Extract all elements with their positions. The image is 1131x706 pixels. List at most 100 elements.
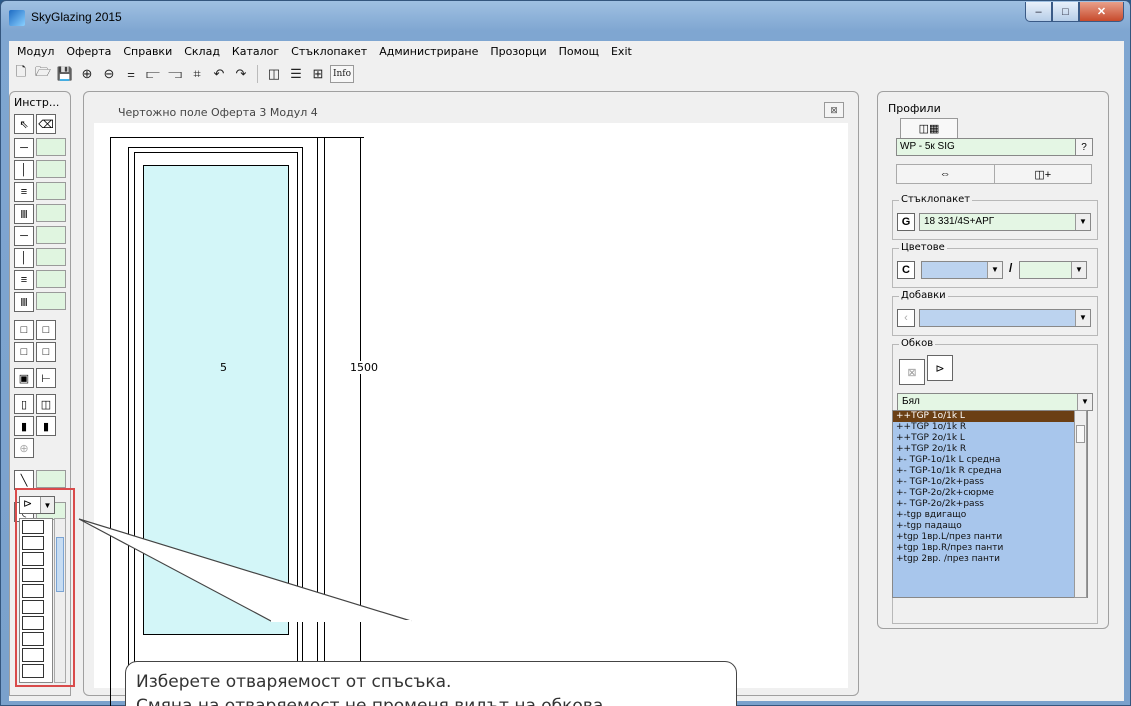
- chevron-down-icon[interactable]: ▼: [1075, 214, 1090, 230]
- color-outside-select[interactable]: ▼: [1019, 261, 1087, 279]
- hardware-list-item[interactable]: ++TGP 2o/1k R: [893, 444, 1087, 455]
- list-item[interactable]: [22, 552, 44, 566]
- list-item[interactable]: [22, 584, 44, 598]
- frame-icon[interactable]: □: [36, 342, 56, 362]
- menu-sklad[interactable]: Склад: [178, 45, 226, 58]
- undo-icon[interactable]: ↶: [209, 64, 229, 84]
- zoom-out-icon[interactable]: ⊖: [99, 64, 119, 84]
- chevron-down-icon[interactable]: ▼: [987, 262, 1002, 278]
- vertical-mullion-icon[interactable]: │: [14, 160, 34, 180]
- tool-value-field[interactable]: [36, 248, 66, 266]
- profile-left-icon[interactable]: ⫍: [143, 64, 163, 84]
- menu-katalog[interactable]: Каталог: [226, 45, 285, 58]
- glass-select[interactable]: 18 331/4S+АРГ ▼: [919, 213, 1091, 231]
- disabled-tool-icon[interactable]: ⊕: [14, 438, 34, 458]
- list-item[interactable]: [22, 520, 44, 534]
- colors-letter[interactable]: C: [897, 261, 915, 279]
- hardware-list-item[interactable]: +tgp 1вр.L/през панти: [893, 532, 1087, 543]
- equal-icon[interactable]: =: [121, 64, 141, 84]
- hardware-list-scrollbar[interactable]: [1074, 410, 1087, 598]
- double-door-icon[interactable]: ▮: [36, 416, 56, 436]
- menu-pomosht[interactable]: Помощ: [553, 45, 605, 58]
- minimize-button[interactable]: –: [1025, 2, 1052, 22]
- maximize-button[interactable]: □: [1052, 2, 1079, 22]
- chevron-down-icon[interactable]: ▼: [40, 497, 54, 513]
- list-item[interactable]: [22, 536, 44, 550]
- drawing-canvas[interactable]: 5 1500: [94, 123, 848, 706]
- tool-value-field[interactable]: [36, 182, 66, 200]
- frame-icon[interactable]: □: [14, 342, 34, 362]
- menu-modul[interactable]: Модул: [11, 45, 60, 58]
- glass-letter[interactable]: G: [897, 213, 915, 231]
- tool-value-field[interactable]: [36, 226, 66, 244]
- profile-swap-icon[interactable]: ⇔: [897, 165, 995, 183]
- grid-frame-icon[interactable]: ⌗: [187, 64, 207, 84]
- triple-vertical-icon[interactable]: Ⅲ: [14, 292, 34, 312]
- menu-administrirane[interactable]: Администриране: [373, 45, 484, 58]
- table-grid-icon[interactable]: ⊞: [308, 64, 328, 84]
- horizontal-mullion-icon[interactable]: ─: [14, 138, 34, 158]
- tool-value-field[interactable]: [36, 470, 66, 488]
- tool-value-field[interactable]: [36, 204, 66, 222]
- hardware-list-item[interactable]: ++TGP 1o/1k L: [893, 411, 1087, 422]
- scroll-thumb[interactable]: [56, 537, 64, 592]
- tool-value-field[interactable]: [36, 138, 66, 156]
- opening-type-dropdown[interactable]: ⊳ ▼: [19, 496, 55, 514]
- opening-type-list[interactable]: [19, 518, 53, 683]
- hardware-list-item[interactable]: +- TGP-2o/2k+сюрме: [893, 488, 1087, 499]
- hardware-list-item[interactable]: +- TGP-2o/2k+pass: [893, 499, 1087, 510]
- menu-exit[interactable]: Exit: [605, 45, 638, 58]
- hardware-color-select[interactable]: Бял ▼: [897, 393, 1093, 411]
- multi-horizontal-icon[interactable]: ≡: [14, 182, 34, 202]
- frame-icon[interactable]: □: [14, 320, 34, 340]
- menu-oferta[interactable]: Оферта: [60, 45, 117, 58]
- tool-value-field[interactable]: [36, 270, 66, 288]
- list-item[interactable]: [22, 648, 44, 662]
- tool-value-field[interactable]: [36, 160, 66, 178]
- hardware-list-item[interactable]: ++TGP 1o/1k R: [893, 422, 1087, 433]
- profile-right-icon[interactable]: ⫎: [165, 64, 185, 84]
- opening-active-icon[interactable]: ⊳: [927, 355, 953, 381]
- pointer-tool-icon[interactable]: ⇖: [14, 114, 34, 134]
- list-item[interactable]: [22, 664, 44, 678]
- hardware-list-item[interactable]: +-tgp падащо: [893, 521, 1087, 532]
- handle-icon[interactable]: ⊢: [36, 368, 56, 388]
- split-columns-icon[interactable]: ◫: [264, 64, 284, 84]
- scroll-thumb[interactable]: [1076, 425, 1085, 443]
- chevron-down-icon[interactable]: ▼: [1071, 262, 1086, 278]
- horizontal-bar-icon[interactable]: ─: [14, 226, 34, 246]
- menu-steklopaket[interactable]: Стъклопакет: [285, 45, 373, 58]
- hardware-list-item[interactable]: +- TGP-1o/1k R средна: [893, 466, 1087, 477]
- list-item[interactable]: [22, 616, 44, 630]
- hardware-list-item[interactable]: +tgp 1вр.R/през панти: [893, 543, 1087, 554]
- zoom-in-icon[interactable]: ⊕: [77, 64, 97, 84]
- redo-icon[interactable]: ↷: [231, 64, 251, 84]
- profile-add-icon[interactable]: ◫+: [995, 165, 1092, 183]
- chevron-down-icon[interactable]: ▼: [1077, 394, 1092, 410]
- triple-horizontal-icon[interactable]: ≡: [14, 270, 34, 290]
- rows-icon[interactable]: ☰: [286, 64, 306, 84]
- extras-select[interactable]: ▼: [919, 309, 1091, 327]
- info-button[interactable]: Info: [330, 65, 354, 83]
- list-item[interactable]: [22, 568, 44, 582]
- extras-left-icon[interactable]: ‹: [897, 309, 915, 327]
- frame-icon[interactable]: □: [36, 320, 56, 340]
- profile-select[interactable]: WP - 5к SIG ▼: [896, 138, 1092, 156]
- arc-tool-icon[interactable]: ╲: [14, 470, 34, 490]
- door-filled-icon[interactable]: ▮: [14, 416, 34, 436]
- multi-vertical-icon[interactable]: Ⅲ: [14, 204, 34, 224]
- hardware-list-item[interactable]: +tgp 2вр. /през панти: [893, 554, 1087, 565]
- open-folder-icon[interactable]: 🗁: [33, 64, 53, 84]
- save-icon[interactable]: 💾: [55, 64, 75, 84]
- door-split-icon[interactable]: ◫: [36, 394, 56, 414]
- chevron-down-icon[interactable]: ▼: [1075, 310, 1090, 326]
- color-inside-select[interactable]: ▼: [921, 261, 1003, 279]
- hardware-list-item[interactable]: +- TGP-1o/2k+pass: [893, 477, 1087, 488]
- eraser-tool-icon[interactable]: ⌫: [36, 114, 56, 134]
- glass-pane[interactable]: [143, 165, 289, 635]
- opening-list-scrollbar[interactable]: [54, 518, 66, 683]
- drawing-close-button[interactable]: ⊠: [824, 102, 844, 118]
- profile-tab-icon[interactable]: ◫▦: [900, 118, 958, 138]
- hardware-list[interactable]: ++TGP 1o/1k L ++TGP 1o/1k R ++TGP 2o/1k L +…: [892, 410, 1088, 598]
- hardware-list-item[interactable]: +-tgp вдигащо: [893, 510, 1087, 521]
